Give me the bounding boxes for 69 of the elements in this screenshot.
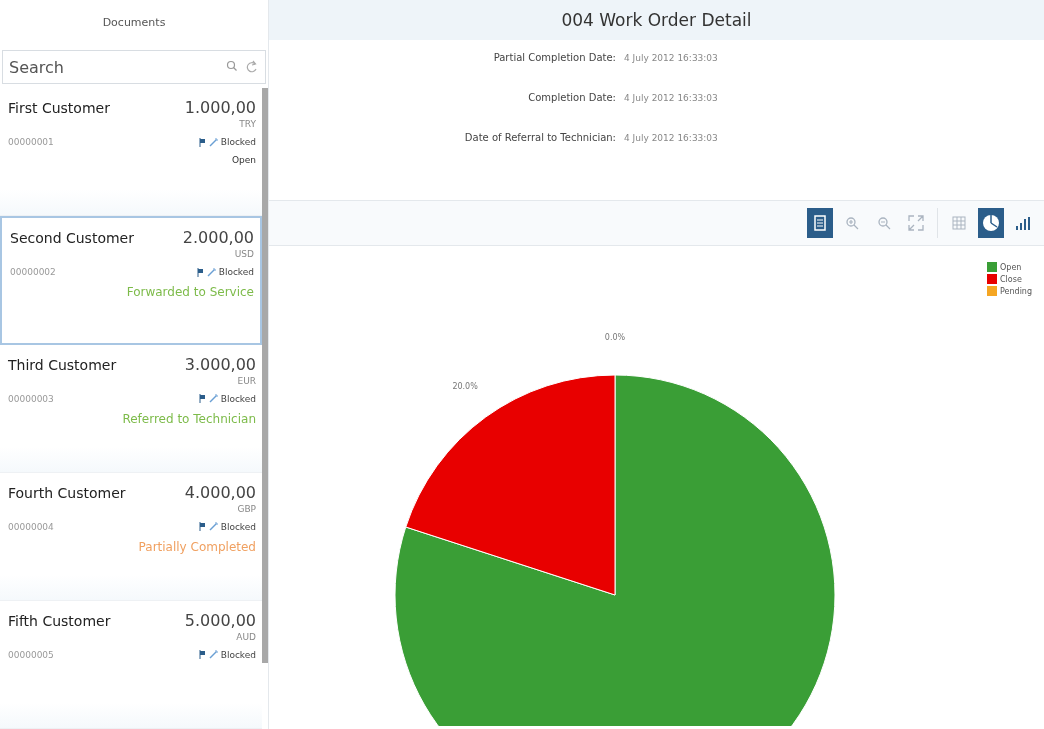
legend-swatch <box>987 262 997 272</box>
edit-icon <box>208 137 218 147</box>
status-label: Forwarded to Service <box>126 285 254 300</box>
flag-icon <box>198 650 206 660</box>
customer-name: Fourth Customer <box>8 483 126 501</box>
field-label: Date of Referral to Technician: <box>463 132 616 143</box>
customer-name: First Customer <box>8 99 110 116</box>
edit-icon <box>208 650 218 660</box>
legend-label: Close <box>1000 274 1022 284</box>
document-number: 00000001 <box>8 137 54 147</box>
document-number: 00000002 <box>10 267 56 278</box>
search-icon[interactable] <box>226 60 238 72</box>
amount: 2.000,00 <box>182 228 254 248</box>
customer-name: Fifth Customer <box>8 611 111 629</box>
currency: TRY <box>239 119 256 129</box>
blocked-label: Blocked <box>220 393 256 404</box>
legend-swatch <box>987 274 997 284</box>
document-item[interactable]: Second Customer 2.000,00 USD 00000002 Blocked Forwarded to Service <box>0 216 262 345</box>
document-number: 00000004 <box>8 521 54 532</box>
zoom-in-icon <box>845 216 859 230</box>
currency: GBP <box>237 503 256 514</box>
blocked-label: Blocked <box>220 649 256 660</box>
flag-icon <box>198 522 206 532</box>
amount: 4.000,00 <box>184 482 256 502</box>
currency: EUR <box>237 375 256 386</box>
amount: 3.000,00 <box>184 354 256 374</box>
legend-swatch <box>987 286 997 296</box>
flag-icon <box>198 137 206 147</box>
flag-icon <box>196 267 204 277</box>
page-title: 004 Work Order Detail <box>561 10 752 30</box>
scrollbar-thumb[interactable] <box>262 88 268 663</box>
data-label: 0.0% <box>604 333 626 342</box>
flag-icon <box>198 394 206 403</box>
customer-name: Second Customer <box>10 229 134 247</box>
amount: 5.000,00 <box>184 610 256 630</box>
edit-icon <box>208 522 218 532</box>
data-label: 20.0% <box>452 381 478 391</box>
legend-label: Open <box>1000 262 1022 272</box>
blocked-label: Blocked <box>220 137 256 147</box>
bar-chart-icon <box>1015 216 1031 230</box>
blocked-label: Blocked <box>218 267 254 278</box>
pie-chart-icon <box>982 214 1000 232</box>
status-label: Open <box>231 155 256 165</box>
edit-icon <box>206 267 216 277</box>
currency: AUD <box>236 631 256 642</box>
amount: 1.000,00 <box>184 98 256 117</box>
edit-icon <box>208 394 218 403</box>
status-label: Referred to Technician <box>122 411 256 426</box>
status-label: Partially Completed <box>138 539 256 554</box>
document-number: 00000003 <box>8 393 54 404</box>
list-icon <box>814 215 826 231</box>
fullscreen-icon <box>908 215 924 231</box>
customer-name: Third Customer <box>8 355 117 373</box>
field-label: Partial Completion Date: <box>492 52 616 63</box>
currency: USD <box>234 249 254 260</box>
blocked-label: Blocked <box>220 521 256 532</box>
field-value: 4 July 2012 16:33:03 <box>624 132 719 143</box>
panel-title: Documents <box>102 15 166 29</box>
toolbar-button[interactable] <box>807 208 833 238</box>
field-value: 4 July 2012 16:33:03 <box>624 92 719 103</box>
legend-label: Pending <box>1000 286 1032 296</box>
document-number: 00000005 <box>8 649 54 660</box>
field-value: 4 July 2012 16:33:03 <box>624 52 719 63</box>
toolbar-button[interactable] <box>978 208 1004 238</box>
search-field[interactable]: Search <box>2 50 266 84</box>
field-label: Completion Date: <box>527 92 616 103</box>
refresh-icon[interactable] <box>246 60 258 74</box>
zoom-out-icon <box>877 216 891 230</box>
table-icon <box>952 216 966 230</box>
